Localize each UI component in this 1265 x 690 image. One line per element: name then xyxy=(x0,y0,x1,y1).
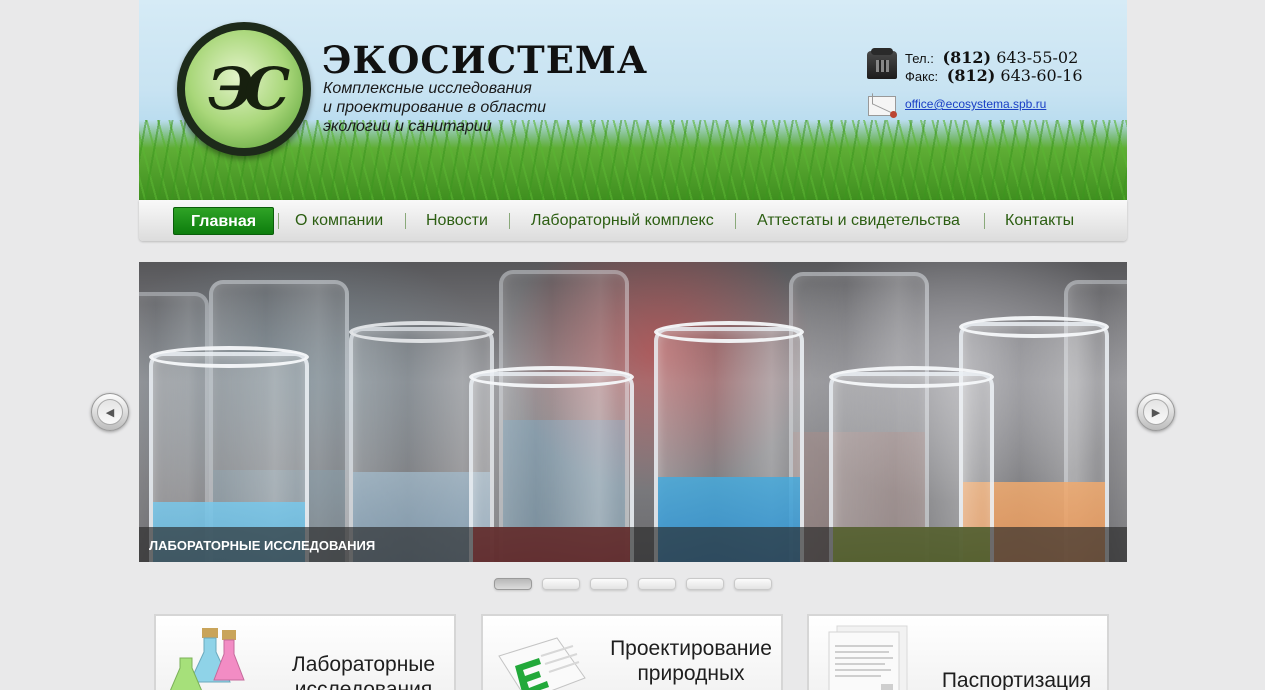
document-icon xyxy=(493,634,593,690)
phone-label: Тел.: xyxy=(905,51,934,66)
tagline: Комплексные исследования и проектировани… xyxy=(323,79,583,136)
brand-name[interactable]: ЭКОСИСТЕМА xyxy=(322,38,648,82)
flasks-icon xyxy=(166,628,246,690)
image-slider[interactable]: ЛАБОРАТОРНЫЕ ИССЛЕДОВАНИЯ xyxy=(139,262,1127,562)
nav-separator xyxy=(405,213,406,229)
site-header: ЭС ЭКОСИСТЕМА Комплексные исследования и… xyxy=(139,0,1127,200)
service-card-lab[interactable]: Лабораторные исследования xyxy=(154,614,456,690)
tagline-line: Комплексные исследования xyxy=(323,80,532,97)
nav-item-about[interactable]: О компании xyxy=(295,207,383,235)
nav-item-lab[interactable]: Лабораторный комплекс xyxy=(531,207,714,235)
nav-separator xyxy=(509,213,510,229)
fax-line: Факс: (812) 643-60-16 xyxy=(905,66,1083,85)
mail-icon xyxy=(868,96,897,118)
nav-item-contacts[interactable]: Контакты xyxy=(1005,207,1074,235)
chevron-left-icon: ◀ xyxy=(97,399,123,425)
papers-icon xyxy=(827,624,917,690)
nav-item-home[interactable]: Главная xyxy=(173,207,275,235)
tagline-line: и проектирование в области xyxy=(323,99,547,116)
service-card-certification[interactable]: Паспортизация xyxy=(807,614,1109,690)
card-title: Паспортизация xyxy=(941,669,1092,690)
slider-dot[interactable] xyxy=(734,578,772,590)
service-card-design[interactable]: Проектирование природных xyxy=(481,614,783,690)
nav-separator xyxy=(984,213,985,229)
fax-label: Факс: xyxy=(905,69,939,84)
slider-dot[interactable] xyxy=(494,578,532,590)
nav-item-news[interactable]: Новости xyxy=(426,207,488,235)
nav-separator xyxy=(735,213,736,229)
main-nav: Главная О компании Новости Лабораторный … xyxy=(139,200,1127,241)
card-title: Проектирование природных xyxy=(610,637,772,685)
email-link[interactable]: office@ecosystema.spb.ru xyxy=(905,97,1046,111)
slide-caption-bar: ЛАБОРАТОРНЫЕ ИССЛЕДОВАНИЯ xyxy=(139,527,1127,562)
phone-line: Тел.: (812) 643-55-02 xyxy=(905,48,1078,67)
slider-dot[interactable] xyxy=(686,578,724,590)
phone-number: 643-55-02 xyxy=(996,48,1079,67)
chevron-right-icon: ▶ xyxy=(1143,399,1169,425)
slide-caption: ЛАБОРАТОРНЫЕ ИССЛЕДОВАНИЯ xyxy=(149,538,376,553)
slider-dot[interactable] xyxy=(542,578,580,590)
logo[interactable]: ЭС xyxy=(177,22,311,156)
fax-number: 643-60-16 xyxy=(1000,66,1083,85)
tagline-line: экологии и санитарии xyxy=(323,118,492,135)
slider-dot[interactable] xyxy=(638,578,676,590)
card-title: Лабораторные исследования xyxy=(291,653,436,690)
logo-mark: ЭС xyxy=(207,55,290,123)
slider-dot[interactable] xyxy=(590,578,628,590)
nav-separator xyxy=(278,213,279,229)
slider-prev-button[interactable]: ◀ xyxy=(91,393,129,431)
fax-code: (812) xyxy=(946,66,996,85)
phone-icon xyxy=(867,48,897,79)
nav-item-certificates[interactable]: Аттестаты и свидетельства xyxy=(757,207,960,235)
phone-code: (812) xyxy=(942,48,992,67)
slider-next-button[interactable]: ▶ xyxy=(1137,393,1175,431)
